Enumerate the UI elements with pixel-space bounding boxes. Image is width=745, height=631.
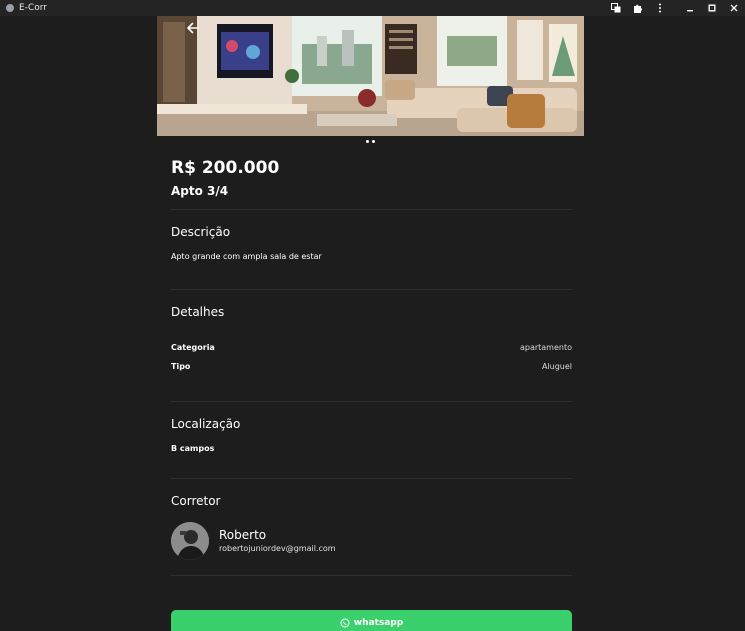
divider (171, 209, 572, 210)
detail-value: Aluguel (541, 362, 572, 371)
carousel-dot[interactable] (372, 139, 375, 143)
location-heading: Localização (171, 417, 241, 431)
listing-photo-carousel[interactable] (157, 16, 584, 136)
description-heading: Descrição (171, 225, 231, 239)
window-title: E-Corr (19, 3, 47, 13)
broker-card: Roberto robertojuniordev@gmail.com (171, 522, 572, 560)
app-window: E-Corr R$ 200.000 Apto 3/4 Descrição Apt… (0, 0, 745, 631)
divider (171, 401, 572, 402)
divider (171, 575, 572, 576)
whatsapp-button[interactable]: whatsapp (171, 610, 572, 631)
whatsapp-icon (340, 618, 350, 631)
avatar (171, 522, 209, 560)
description-text: Apto grande com ampla sala de estar (171, 252, 322, 261)
listing-detail: R$ 200.000 Apto 3/4 Descrição Apto grand… (157, 16, 584, 631)
app-icon (6, 4, 14, 12)
minimize-icon[interactable] (679, 0, 701, 16)
broker-heading: Corretor (171, 494, 221, 508)
divider (171, 478, 572, 479)
broker-email[interactable]: robertojuniordev@gmail.com (219, 543, 336, 555)
translate-icon[interactable] (605, 0, 627, 16)
carousel-indicator (157, 136, 584, 146)
title-bar-controls (605, 0, 745, 16)
detail-value: apartamento (519, 343, 572, 352)
detail-label: Categoria (171, 343, 215, 352)
close-icon[interactable] (723, 0, 745, 16)
detail-row-type: Tipo Aluguel (171, 361, 572, 372)
more-vert-icon[interactable] (649, 0, 671, 16)
divider (171, 289, 572, 290)
living-room-photo (157, 16, 584, 136)
whatsapp-label: whatsapp (353, 618, 404, 628)
carousel-dot[interactable] (366, 139, 369, 143)
details-heading: Detalhes (171, 305, 225, 319)
detail-label: Tipo (171, 362, 191, 371)
broker-name: Roberto (219, 527, 267, 542)
back-arrow-icon[interactable] (185, 20, 201, 36)
location-text: B campos (171, 444, 215, 453)
maximize-icon[interactable] (701, 0, 723, 16)
listing-title: Apto 3/4 (171, 184, 229, 198)
extension-icon[interactable] (627, 0, 649, 16)
listing-price: R$ 200.000 (171, 158, 280, 178)
detail-row-category: Categoria apartamento (171, 342, 572, 353)
title-bar: E-Corr (0, 0, 745, 16)
